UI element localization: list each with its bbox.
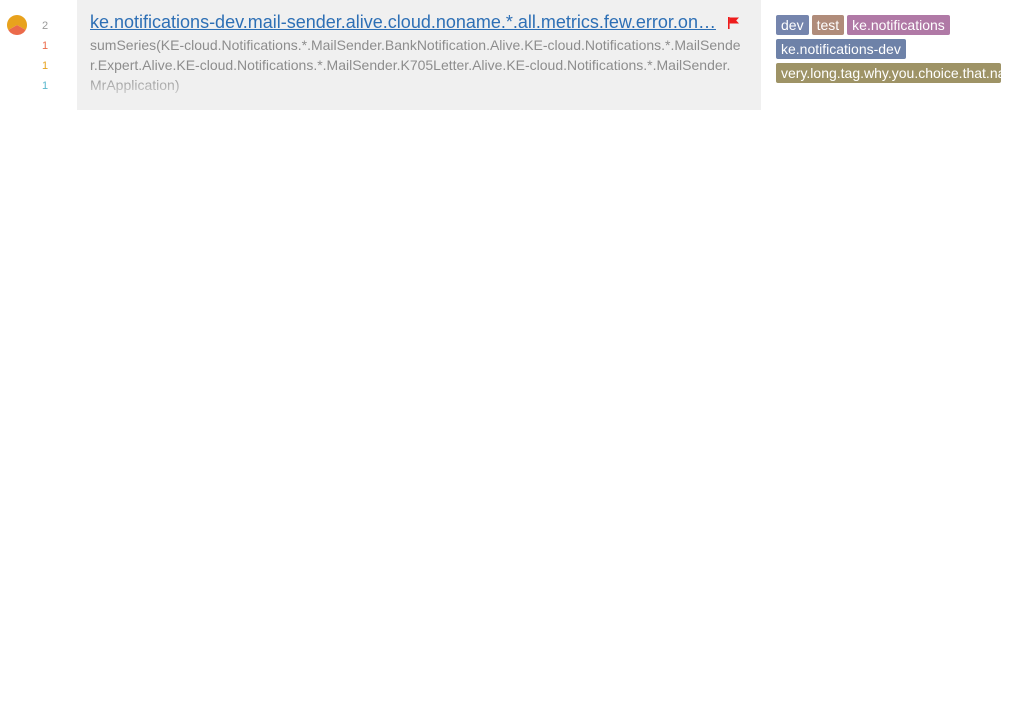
trigger-card[interactable]: ke.notifications-dev.mail-sender.alive.c…	[77, 0, 761, 110]
count-ok: 1	[41, 80, 49, 92]
tag-line: dev test ke.notifications	[776, 15, 1002, 39]
tag-test[interactable]: test	[811, 15, 845, 35]
tag-line: ke.notifications-dev	[776, 39, 1002, 63]
target-line-1: sumSeries(KE-cloud.Notifications.*.MailS…	[90, 37, 741, 53]
trigger-target-expression: sumSeries(KE-cloud.Notifications.*.MailS…	[90, 35, 742, 95]
count-total: 2	[41, 20, 49, 32]
tag-ke-notifications-dev[interactable]: ke.notifications-dev	[776, 39, 906, 59]
trigger-row: 2 1 1 1 ke.notifications-dev.mail-sender…	[0, 0, 1024, 110]
target-line-2: r.Expert.Alive.KE-cloud.Notifications.*.…	[90, 57, 731, 73]
trigger-name-link[interactable]: ke.notifications-dev.mail-sender.alive.c…	[90, 11, 716, 33]
tag-line: very.long.tag.why.you.choice.that.name	[776, 63, 1002, 87]
status-pie-icon	[7, 15, 27, 35]
status-column: 2 1 1 1	[0, 0, 77, 110]
tag-list: dev test ke.notifications ke.notifications…	[776, 15, 1002, 87]
flag-icon[interactable]	[727, 16, 741, 30]
tag-very-long[interactable]: very.long.tag.why.you.choice.that.name	[776, 63, 1001, 83]
target-line-3: MrApplication)	[90, 77, 180, 93]
count-error: 1	[41, 40, 49, 52]
tag-dev[interactable]: dev	[776, 15, 809, 35]
tag-ke-notifications[interactable]: ke.notifications	[847, 15, 950, 35]
status-counts: 2 1 1 1	[36, 16, 54, 96]
count-warn: 1	[41, 60, 49, 72]
